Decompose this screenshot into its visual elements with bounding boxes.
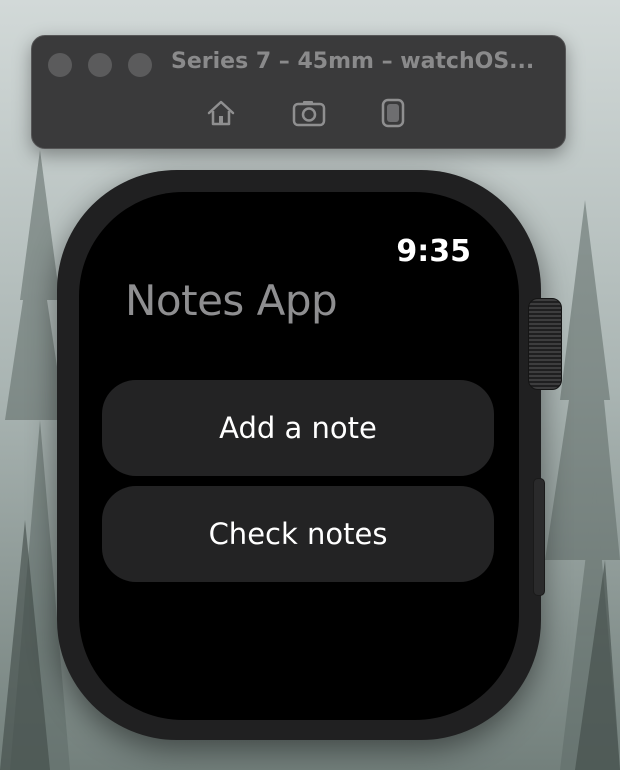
add-note-button[interactable]: Add a note [102,380,494,476]
check-notes-button[interactable]: Check notes [102,486,494,582]
simulator-title: Series 7 – 45mm – watchOS... [171,49,535,74]
minimize-window-button[interactable] [88,53,112,77]
status-time: 9:35 [396,234,471,269]
home-button[interactable] [203,96,239,130]
screenshot-icon [292,101,326,127]
simulator-toolbar-window: Series 7 – 45mm – watchOS... [31,35,566,149]
home-icon [207,100,235,126]
digital-crown[interactable] [528,298,562,390]
watch-screen: 9:35 Notes App Add a note Check notes [79,192,519,720]
close-window-button[interactable] [48,53,72,77]
rotate-icon [381,98,405,128]
screenshot-button[interactable] [291,96,327,130]
zoom-window-button[interactable] [128,53,152,77]
page-title: Notes App [125,276,338,325]
rotate-device-button[interactable] [375,96,411,130]
watch-side-button[interactable] [533,478,545,596]
